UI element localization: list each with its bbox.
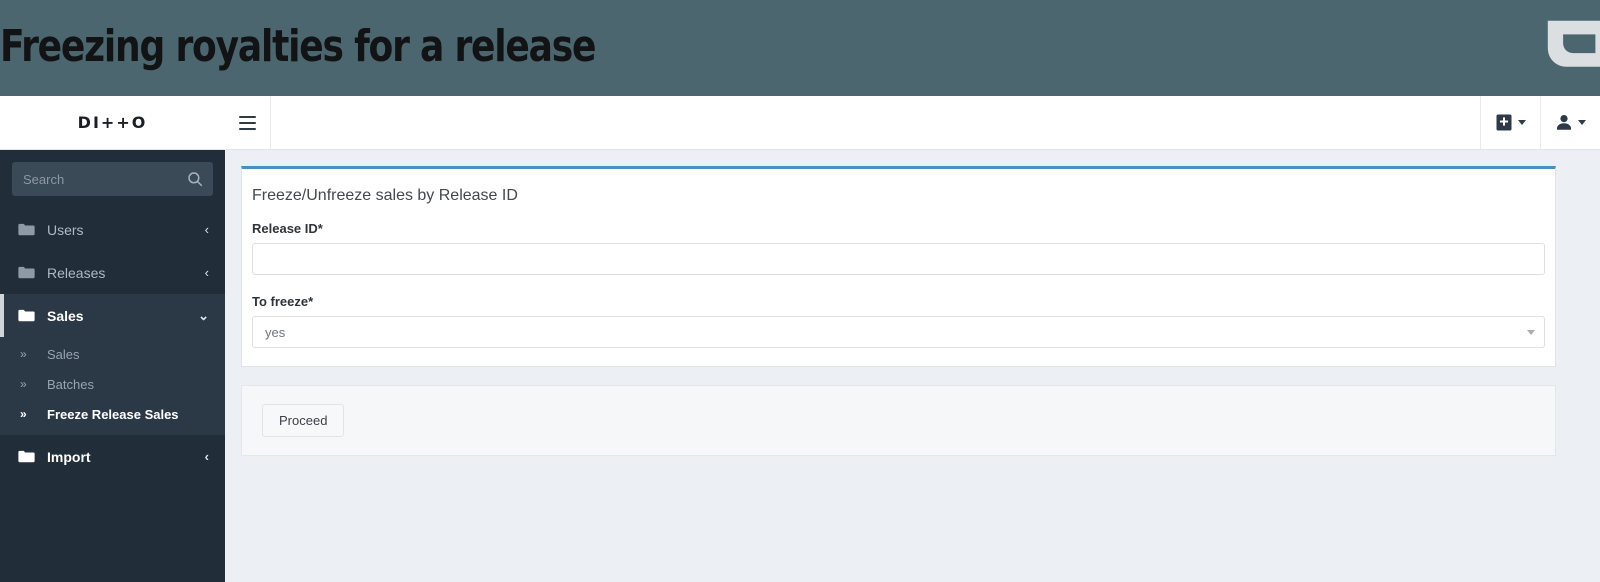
sidebar-item-releases[interactable]: Releases ‹ [0,251,225,294]
double-chevron-icon: » [20,377,27,391]
chevron-down-icon: ⌄ [198,308,209,323]
caret-down-icon [1517,120,1526,125]
hamburger-icon [239,115,256,130]
page-banner: Freezing royalties for a release [0,0,1600,96]
main-content: Freeze/Unfreeze sales by Release ID Rele… [225,150,1600,582]
freeze-form-panel: Freeze/Unfreeze sales by Release ID Rele… [241,166,1556,367]
caret-down-icon[interactable] [1527,330,1535,335]
sidebar-subitem-label: Sales [47,346,80,362]
to-freeze-select[interactable]: yes [252,316,1545,348]
brand-logo[interactable]: DI++O [0,96,225,150]
sidebar-item-import[interactable]: Import ‹ [0,435,225,478]
add-menu-button[interactable] [1480,96,1540,149]
to-freeze-label: To freeze* [252,294,314,309]
field-spacer [252,275,1545,294]
chevron-left-icon: ‹ [204,449,209,464]
sidebar-item-label: Users [47,221,84,238]
sidebar-subnav-sales: » Sales » Batches » Freeze Release Sales [0,337,225,435]
form-actions-panel: Proceed [241,385,1556,456]
plus-square-icon [1496,114,1511,131]
folder-icon [18,266,35,279]
brand-text: DI++O [77,113,148,132]
panel-body: Freeze/Unfreeze sales by Release ID Rele… [242,169,1555,366]
sidebar-item-label: Releases [47,264,106,281]
double-chevron-icon: » [20,347,27,361]
search-box[interactable] [12,162,213,196]
sidebar-subitem-label: Batches [47,376,94,392]
app-shell: DI++O Users ‹ [0,96,1600,582]
topbar [225,96,1600,150]
sidebar-nav: Users ‹ Releases ‹ Sales ⌄ » Sales » Bat… [0,208,225,478]
proceed-button[interactable]: Proceed [262,404,345,437]
sidebar-item-sales[interactable]: Sales ⌄ [0,294,225,337]
user-menu-button[interactable] [1540,96,1600,149]
release-id-label: Release ID* [252,221,323,236]
sidebar-subitem-label: Freeze Release Sales [47,406,179,422]
search-icon[interactable] [186,170,204,188]
sidebar-item-label: Import [47,448,91,465]
sidebar-subitem-sales[interactable]: » Sales [0,339,225,369]
sidebar: DI++O Users ‹ [0,96,225,582]
to-freeze-selected-value: yes [265,324,286,340]
sidebar-subitem-freeze-release-sales[interactable]: » Freeze Release Sales [0,399,225,429]
double-chevron-icon: » [20,407,27,421]
chevron-left-icon: ‹ [204,265,209,280]
sidebar-item-label: Sales [47,307,84,324]
caret-down-icon [1577,120,1586,125]
sidebar-item-users[interactable]: Users ‹ [0,208,225,251]
sidebar-search [0,150,225,206]
folder-icon [18,309,35,322]
panel-title: Freeze/Unfreeze sales by Release ID [252,187,518,204]
ditto-leaf-logo-icon [1547,20,1600,67]
sidebar-toggle-button[interactable] [225,96,271,149]
to-freeze-select-wrap: yes [252,316,1545,348]
search-input[interactable] [12,162,213,196]
page-title: Freezing royalties for a release [0,21,596,72]
folder-icon [18,450,35,463]
user-icon [1556,115,1571,130]
sidebar-subitem-batches[interactable]: » Batches [0,369,225,399]
chevron-left-icon: ‹ [204,222,209,237]
release-id-input[interactable] [252,243,1545,275]
folder-icon [18,223,35,236]
